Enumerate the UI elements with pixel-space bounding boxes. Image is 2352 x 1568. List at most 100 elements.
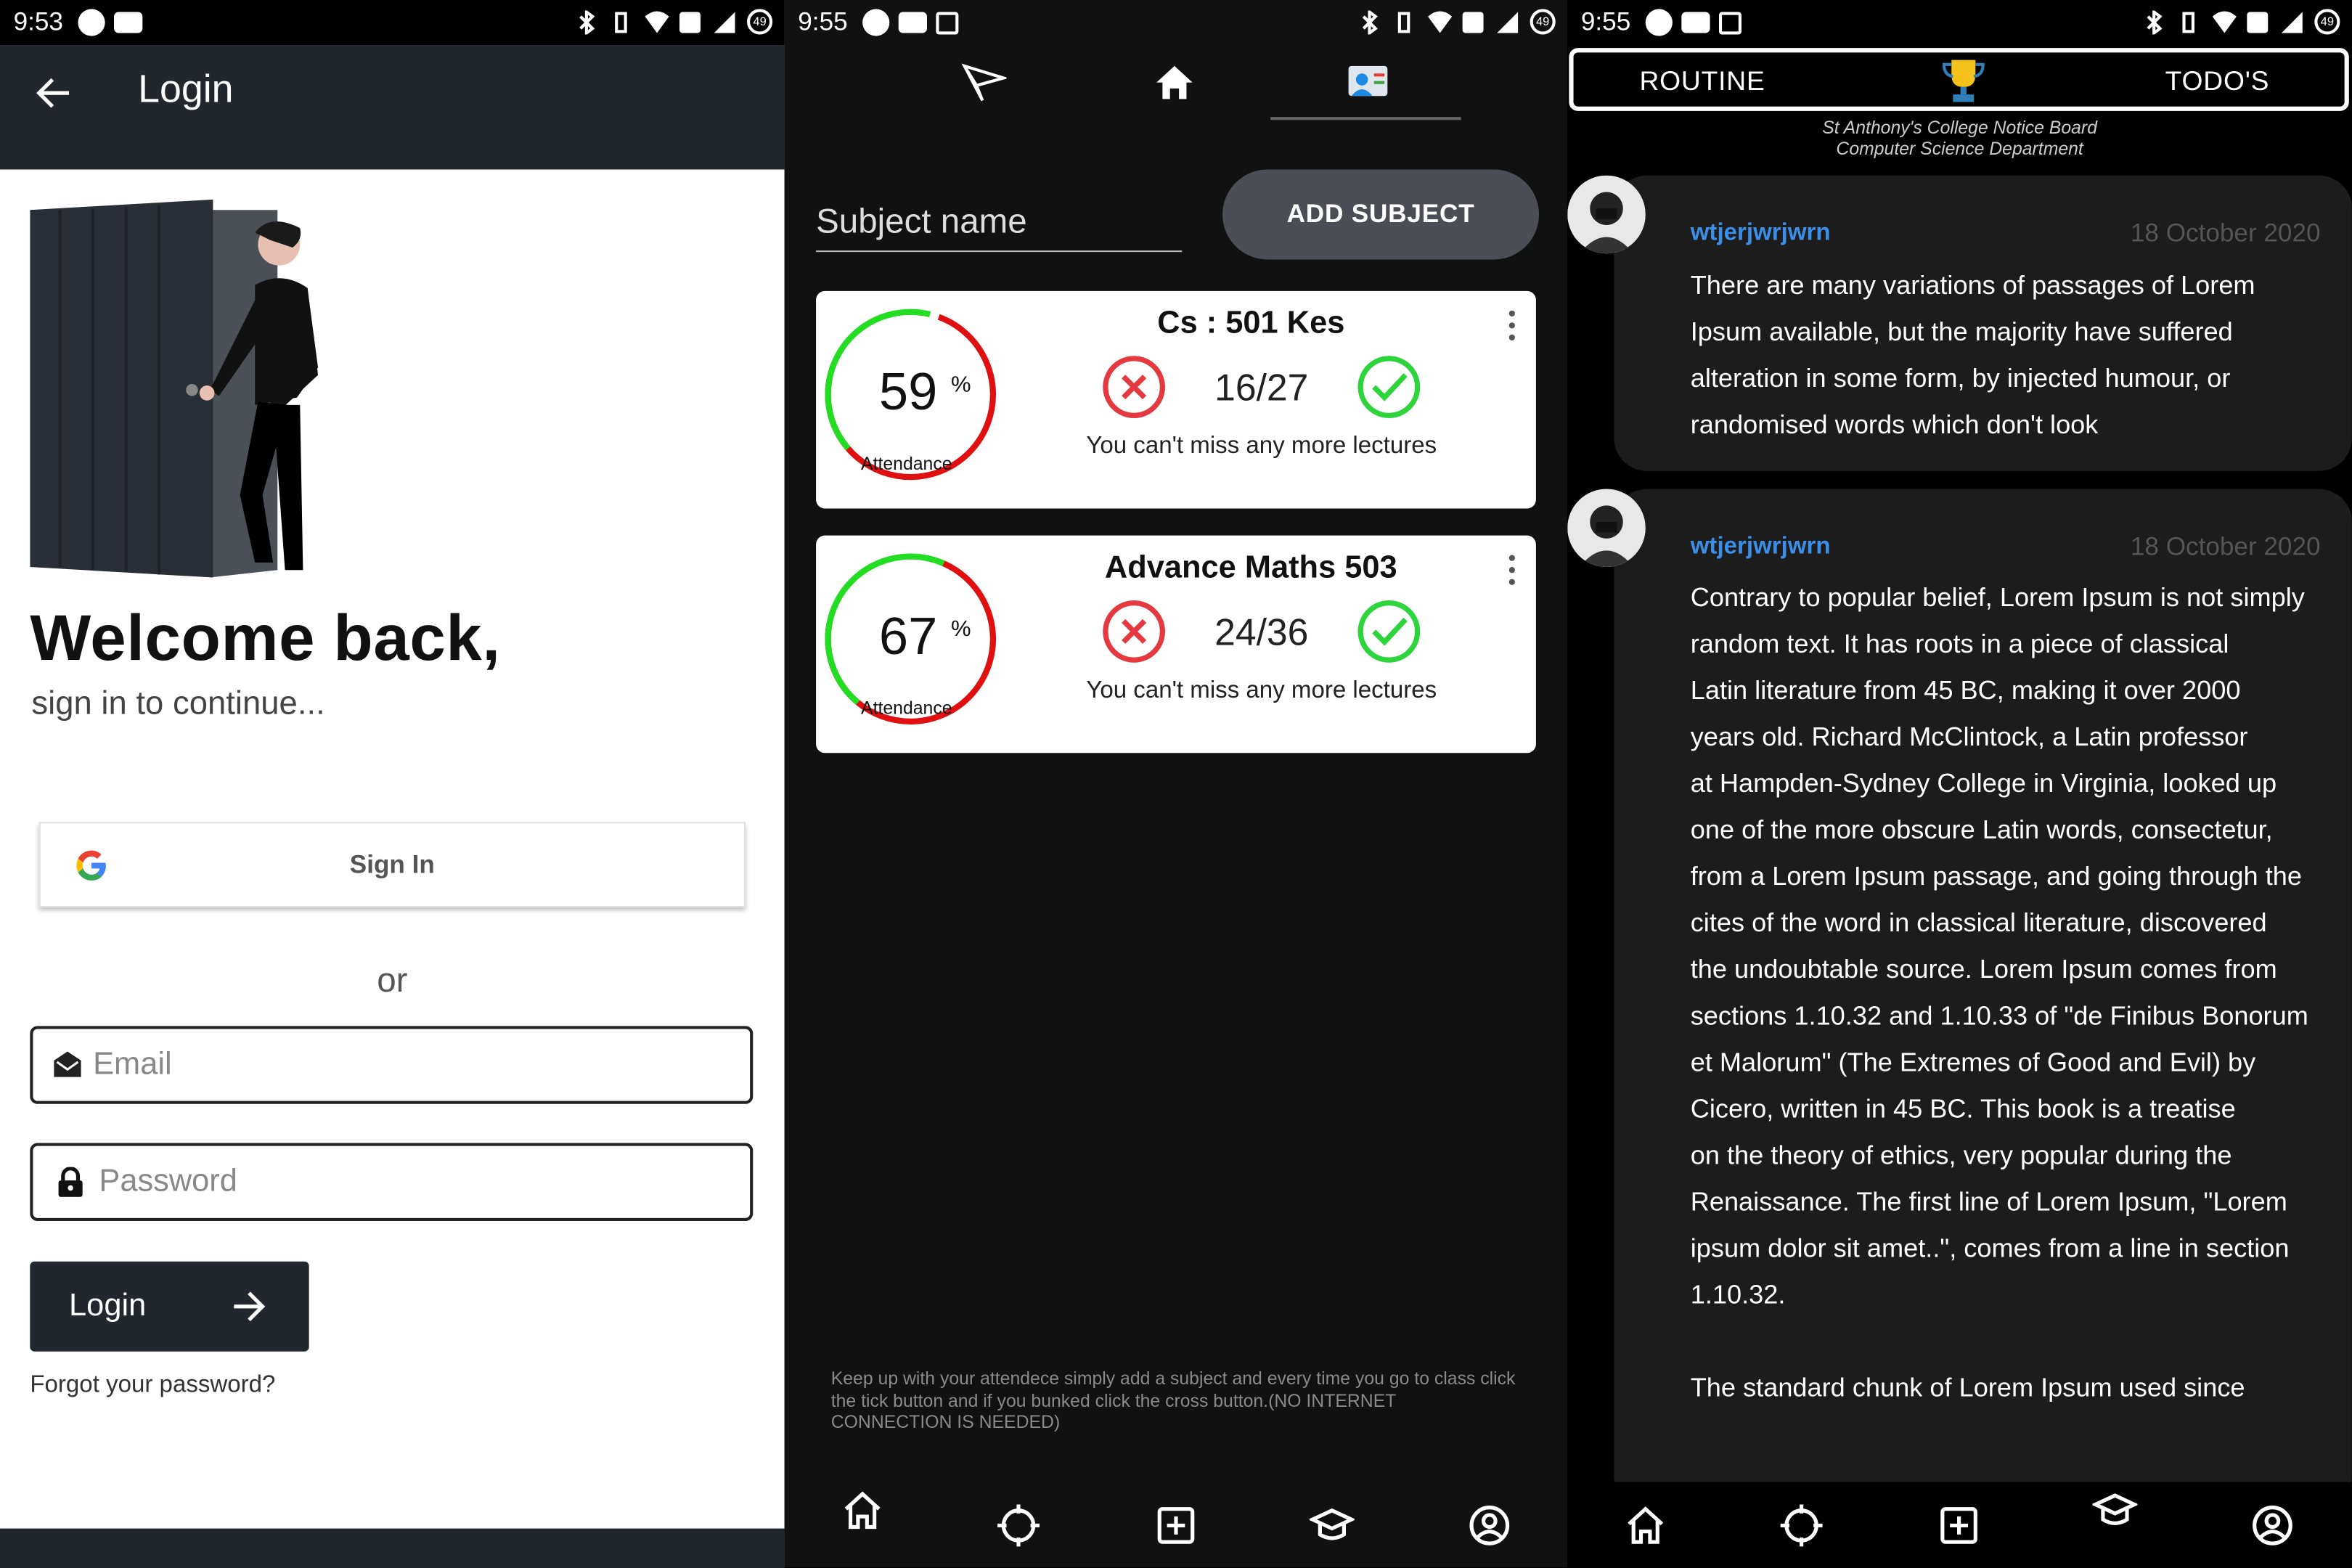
- signal-icon: [712, 9, 736, 33]
- post-author[interactable]: wtjerjwrjwrn: [1691, 221, 1831, 248]
- email-field[interactable]: Email: [30, 1026, 754, 1104]
- post-author[interactable]: wtjerjwrjwrn: [1691, 534, 1831, 561]
- wifi-icon: [1426, 9, 1453, 33]
- signal-icon: [1495, 9, 1519, 33]
- subject-name-placeholder: Subject name: [816, 200, 1027, 240]
- attendance-percent: 59: [878, 363, 938, 422]
- paper-plane-icon[interactable]: [961, 60, 1007, 105]
- account-circle-icon[interactable]: [1467, 1503, 1512, 1548]
- bluetooth-icon: [574, 8, 598, 36]
- tab-routine[interactable]: ROUTINE: [1639, 66, 1765, 97]
- envelope-icon: [54, 1051, 81, 1077]
- avatar[interactable]: [1567, 175, 1646, 254]
- status-bar: 9:53 49: [0, 0, 785, 45]
- top-nav: [785, 54, 1568, 121]
- tick-icon[interactable]: [1356, 598, 1422, 664]
- graduation-cap-icon[interactable]: [2092, 1488, 2138, 1533]
- battery-icon: 49: [747, 9, 773, 35]
- home-outline-icon[interactable]: [840, 1488, 885, 1533]
- board-department: Computer Science Department: [1836, 138, 2083, 160]
- id-card-icon[interactable]: [1342, 60, 1393, 105]
- tab-todos[interactable]: TODO'S: [2165, 66, 2270, 97]
- add-box-icon[interactable]: [1937, 1503, 1982, 1548]
- bluetooth-icon: [2142, 8, 2166, 36]
- cross-icon[interactable]: [1101, 354, 1167, 420]
- crosshair-icon[interactable]: [1779, 1503, 1824, 1548]
- back-arrow-icon[interactable]: [33, 72, 75, 114]
- attendance-label: Attendance: [861, 453, 952, 474]
- door-illustration: [30, 199, 319, 578]
- lecture-count: 24/36: [1214, 612, 1309, 654]
- arrow-right-icon: [234, 1291, 266, 1322]
- crosshair-icon[interactable]: [996, 1503, 1041, 1548]
- user-photo-icon: [1567, 175, 1646, 254]
- attendance-screen: 9:55 49 Subject name ADD SUBJECT 59 % At…: [784, 0, 1568, 1568]
- forgot-password-link[interactable]: Forgot your password?: [30, 1373, 275, 1400]
- add-subject-button[interactable]: ADD SUBJECT: [1222, 169, 1540, 260]
- status-time: 9:55: [1580, 7, 1631, 36]
- cross-icon[interactable]: [1101, 598, 1167, 664]
- tab-bar: ROUTINE TODO'S: [1569, 48, 2349, 111]
- attendance-message: You can't miss any more lectures: [1086, 433, 1437, 460]
- lecture-count: 16/27: [1214, 367, 1309, 410]
- spotify-icon: [1645, 9, 1673, 36]
- bottom-nav: [785, 1485, 1568, 1568]
- email-placeholder: Email: [93, 1047, 172, 1082]
- trophy-icon[interactable]: [1941, 57, 1986, 105]
- tick-icon[interactable]: [1356, 354, 1422, 420]
- post-date: 18 October 2020: [2130, 532, 2321, 561]
- app-bar: Login: [0, 44, 785, 170]
- google-sign-in-button[interactable]: Sign In: [38, 822, 746, 908]
- subject-name: Advance Maths 503: [1104, 550, 1397, 585]
- more-options-icon[interactable]: [1508, 309, 1515, 342]
- volte-icon: [1461, 9, 1485, 33]
- user-photo-icon: [1567, 489, 1646, 568]
- attendance-message: You can't miss any more lectures: [1086, 677, 1437, 704]
- lock-icon: [58, 1167, 83, 1197]
- vibrate-icon: [2176, 9, 2200, 33]
- bottom-bar: [0, 1528, 785, 1568]
- percent-sign: %: [951, 372, 971, 398]
- subject-name-input[interactable]: Subject name: [816, 192, 1183, 253]
- help-note: Keep up with your attendece simply add a…: [830, 1368, 1516, 1433]
- active-tab-indicator: [1270, 117, 1461, 121]
- status-time: 9:53: [13, 7, 63, 36]
- volte-icon: [2245, 9, 2269, 33]
- page-title: Login: [138, 65, 234, 111]
- bottom-nav: [1567, 1485, 2352, 1568]
- status-time: 9:55: [798, 7, 848, 36]
- status-bar: 9:55 49: [1567, 0, 2352, 45]
- battery-icon: 49: [2314, 9, 2340, 35]
- vibrate-icon: [1392, 9, 1416, 33]
- welcome-heading: Welcome back,: [30, 603, 501, 675]
- or-divider: or: [377, 960, 408, 1000]
- spotify-icon: [78, 9, 105, 36]
- notice-board-screen: 9:55 49 ROUTINE TODO'S St Anthony's Coll…: [1567, 0, 2352, 1568]
- graduation-cap-icon[interactable]: [1309, 1503, 1355, 1548]
- post-body: There are many variations of passages of…: [1690, 269, 2255, 440]
- password-field[interactable]: Password: [30, 1143, 754, 1221]
- account-circle-icon[interactable]: [2250, 1503, 2295, 1548]
- youtube-icon: [114, 12, 143, 33]
- attendance-percent: 67: [878, 607, 938, 666]
- notice-post: wtjerjwrjwrn 18 October 2020 Contrary to…: [1614, 489, 2352, 1509]
- bluetooth-icon: [1357, 8, 1381, 36]
- battery-icon: 49: [1530, 9, 1556, 35]
- spotify-icon: [862, 9, 890, 36]
- password-placeholder: Password: [99, 1164, 237, 1199]
- signal-icon: [2280, 9, 2304, 33]
- add-box-icon[interactable]: [1153, 1503, 1199, 1548]
- home-outline-icon[interactable]: [1623, 1503, 1668, 1548]
- login-button-label: Login: [69, 1288, 147, 1323]
- youtube-icon: [898, 12, 928, 33]
- avatar[interactable]: [1567, 489, 1646, 568]
- post-body: Contrary to popular belief, Lorem Ipsum …: [1690, 581, 2308, 1402]
- google-sign-in-label: Sign In: [349, 849, 435, 878]
- image-icon: [936, 11, 959, 34]
- welcome-subtitle: sign in to continue...: [31, 684, 325, 722]
- login-button[interactable]: Login: [30, 1261, 309, 1352]
- vibrate-icon: [609, 9, 633, 33]
- more-options-icon[interactable]: [1508, 553, 1515, 586]
- login-screen: 9:53 49 Login Welcome back, sign in to c…: [0, 0, 785, 1568]
- home-icon[interactable]: [1152, 60, 1197, 105]
